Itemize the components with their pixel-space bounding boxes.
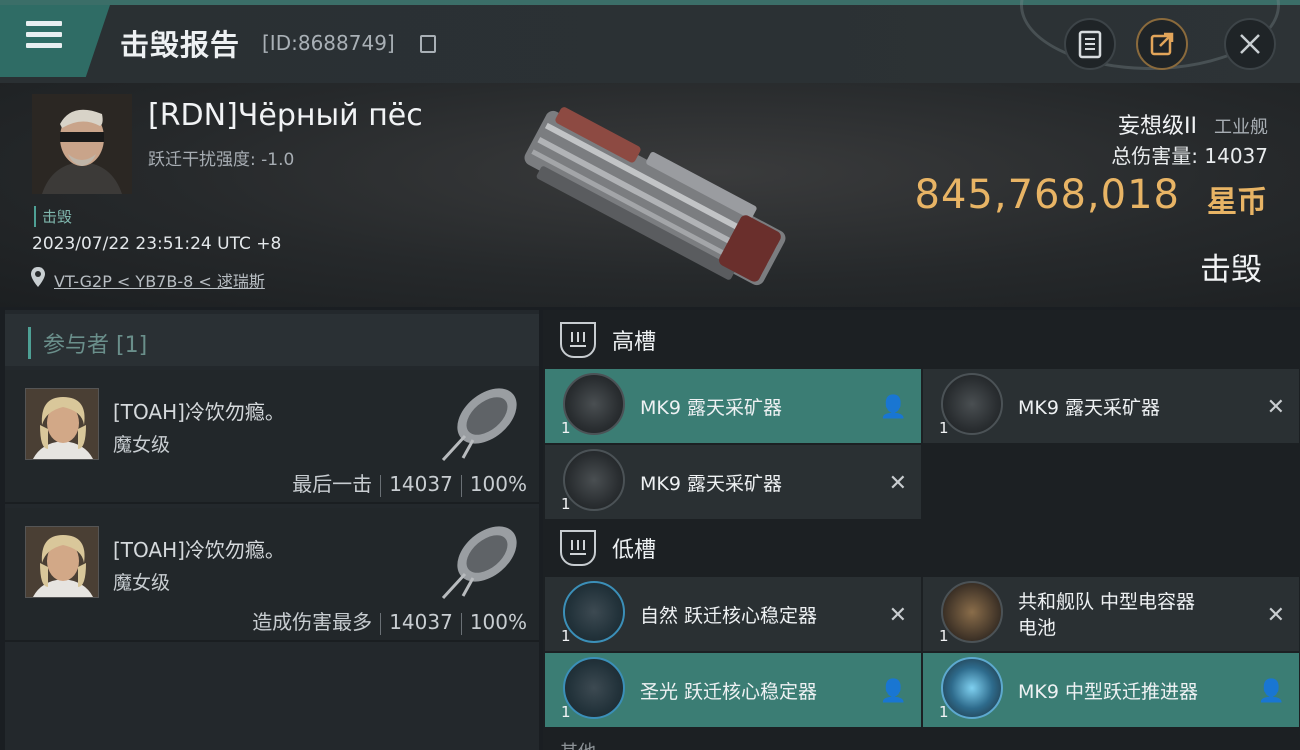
destroyed-x-icon: ✕: [888, 603, 907, 628]
status-tag: 击毁: [34, 206, 72, 227]
page-title: 击毁报告: [120, 28, 241, 62]
module-name: MK9 中型跃迁推进器: [1018, 681, 1198, 703]
module-quantity: 1: [561, 419, 571, 437]
module-quantity: 1: [561, 703, 571, 721]
module-item[interactable]: 1 MK9 露天采矿器 ✕: [545, 445, 921, 519]
low-slot-header: 低槽: [560, 530, 656, 566]
total-damage: 总伤害量: 14037: [1111, 144, 1268, 168]
module-name-line1: 共和舰队 中型电容器: [1018, 591, 1196, 613]
clipboard-icon: [1078, 30, 1102, 59]
participant-damage: 14037: [389, 610, 453, 634]
participant-avatar: [25, 526, 99, 598]
module-name: MK9 露天采矿器: [640, 397, 782, 419]
location-link[interactable]: VT-G2P < YB7B-8 < 逑瑞斯: [54, 268, 265, 292]
menu-icon[interactable]: [26, 21, 62, 51]
low-slot-label: 低槽: [612, 538, 657, 563]
high-slot-label: 高槽: [612, 330, 657, 355]
strip-miner-icon: [563, 373, 625, 435]
close-button[interactable]: [1224, 18, 1276, 70]
destroyed-x-icon: ✕: [1266, 603, 1285, 628]
module-name-line2: 电池: [1018, 617, 1057, 639]
module-quantity: 1: [939, 703, 949, 721]
victim-ship-image: [524, 107, 786, 286]
participant-ship: 魔女级: [113, 572, 171, 594]
module-item[interactable]: 1 自然 跃迁核心稳定器 ✕: [545, 577, 921, 651]
microwarpdrive-icon: [941, 657, 1003, 719]
close-icon: [1240, 34, 1260, 54]
dropped-person-icon: 👤: [879, 395, 907, 420]
kill-result: 击毁: [1200, 252, 1262, 288]
participant-name: [TOAH]冷饮勿瘾。: [113, 538, 285, 562]
participant-stats: 造成伤害最多 14037 100%: [252, 606, 527, 635]
module-name: 共和舰队 中型电容器 电池: [1018, 589, 1195, 641]
participant-percent: 100%: [469, 472, 527, 496]
low-slot-icon: [560, 530, 596, 566]
destroyed-x-icon: ✕: [1266, 395, 1285, 420]
module-item[interactable]: 1 MK9 露天采矿器 ✕: [923, 369, 1299, 443]
share-button[interactable]: [1136, 18, 1188, 70]
strip-miner-icon: [941, 373, 1003, 435]
module-name: 圣光 跃迁核心稳定器: [640, 681, 818, 703]
participant-role: 最后一击: [292, 472, 373, 496]
module-quantity: 1: [939, 419, 949, 437]
ship-class: 妄想级II: [1118, 114, 1197, 139]
share-icon: [1150, 32, 1174, 56]
high-slot-header: 高槽: [560, 322, 656, 358]
participant-row[interactable]: [TOAH]冷饮勿瘾。 魔女级 最后一击 14037 100%: [5, 370, 539, 504]
participant-name: [TOAH]冷饮勿瘾。: [113, 400, 285, 424]
participant-ship-image: [441, 526, 517, 600]
module-quantity: 1: [561, 627, 571, 645]
participant-row[interactable]: [TOAH]冷饮勿瘾。 魔女级 造成伤害最多 14037 100%: [5, 508, 539, 642]
module-item[interactable]: 1 MK9 中型跃迁推进器 👤: [923, 653, 1299, 727]
copy-icon[interactable]: [420, 35, 436, 53]
dropped-person-icon: 👤: [1257, 679, 1285, 704]
strip-miner-icon: [563, 449, 625, 511]
module-name: MK9 露天采矿器: [640, 473, 782, 495]
module-item[interactable]: 1 共和舰队 中型电容器 电池 ✕: [923, 577, 1299, 651]
participant-percent: 100%: [469, 610, 527, 634]
high-slot-icon: [560, 322, 596, 358]
victim-avatar[interactable]: [32, 94, 132, 194]
kill-timestamp: 2023/07/22 23:51:24 UTC +8: [32, 234, 282, 254]
participant-stats: 最后一击 14037 100%: [292, 468, 527, 497]
capacitor-battery-icon: [941, 581, 1003, 643]
participant-role: 造成伤害最多: [252, 610, 373, 634]
dropped-person-icon: 👤: [879, 679, 907, 704]
participants-title: 参与者 [1]: [28, 327, 147, 359]
report-id: [ID:8688749]: [262, 31, 395, 55]
participant-damage: 14037: [389, 472, 453, 496]
module-item[interactable]: 1 圣光 跃迁核心稳定器 👤: [545, 653, 921, 727]
module-name: MK9 露天采矿器: [1018, 397, 1160, 419]
participant-ship-image: [441, 388, 517, 462]
report-list-button[interactable]: [1064, 18, 1116, 70]
module-quantity: 1: [561, 495, 571, 513]
warp-core-stabilizer-icon: [563, 657, 625, 719]
victim-name: [RDN]Чёрный пёс: [148, 98, 423, 133]
module-quantity: 1: [939, 627, 949, 645]
destroyed-x-icon: ✕: [888, 471, 907, 496]
location-pin-icon: [31, 267, 45, 287]
module-item[interactable]: 1 MK9 露天采矿器 👤: [545, 369, 921, 443]
other-slot-label: 其他: [560, 738, 596, 750]
warp-disruption-strength: 跃迁干扰强度: -1.0: [148, 150, 295, 170]
participant-ship: 魔女级: [113, 434, 171, 456]
ship-type: 工业舰: [1214, 117, 1268, 138]
isk-unit: 星币: [1207, 185, 1267, 220]
module-name: 自然 跃迁核心稳定器: [640, 605, 818, 627]
isk-value: 845,768,018: [914, 172, 1180, 218]
warp-core-stabilizer-icon: [563, 581, 625, 643]
participant-avatar: [25, 388, 99, 460]
